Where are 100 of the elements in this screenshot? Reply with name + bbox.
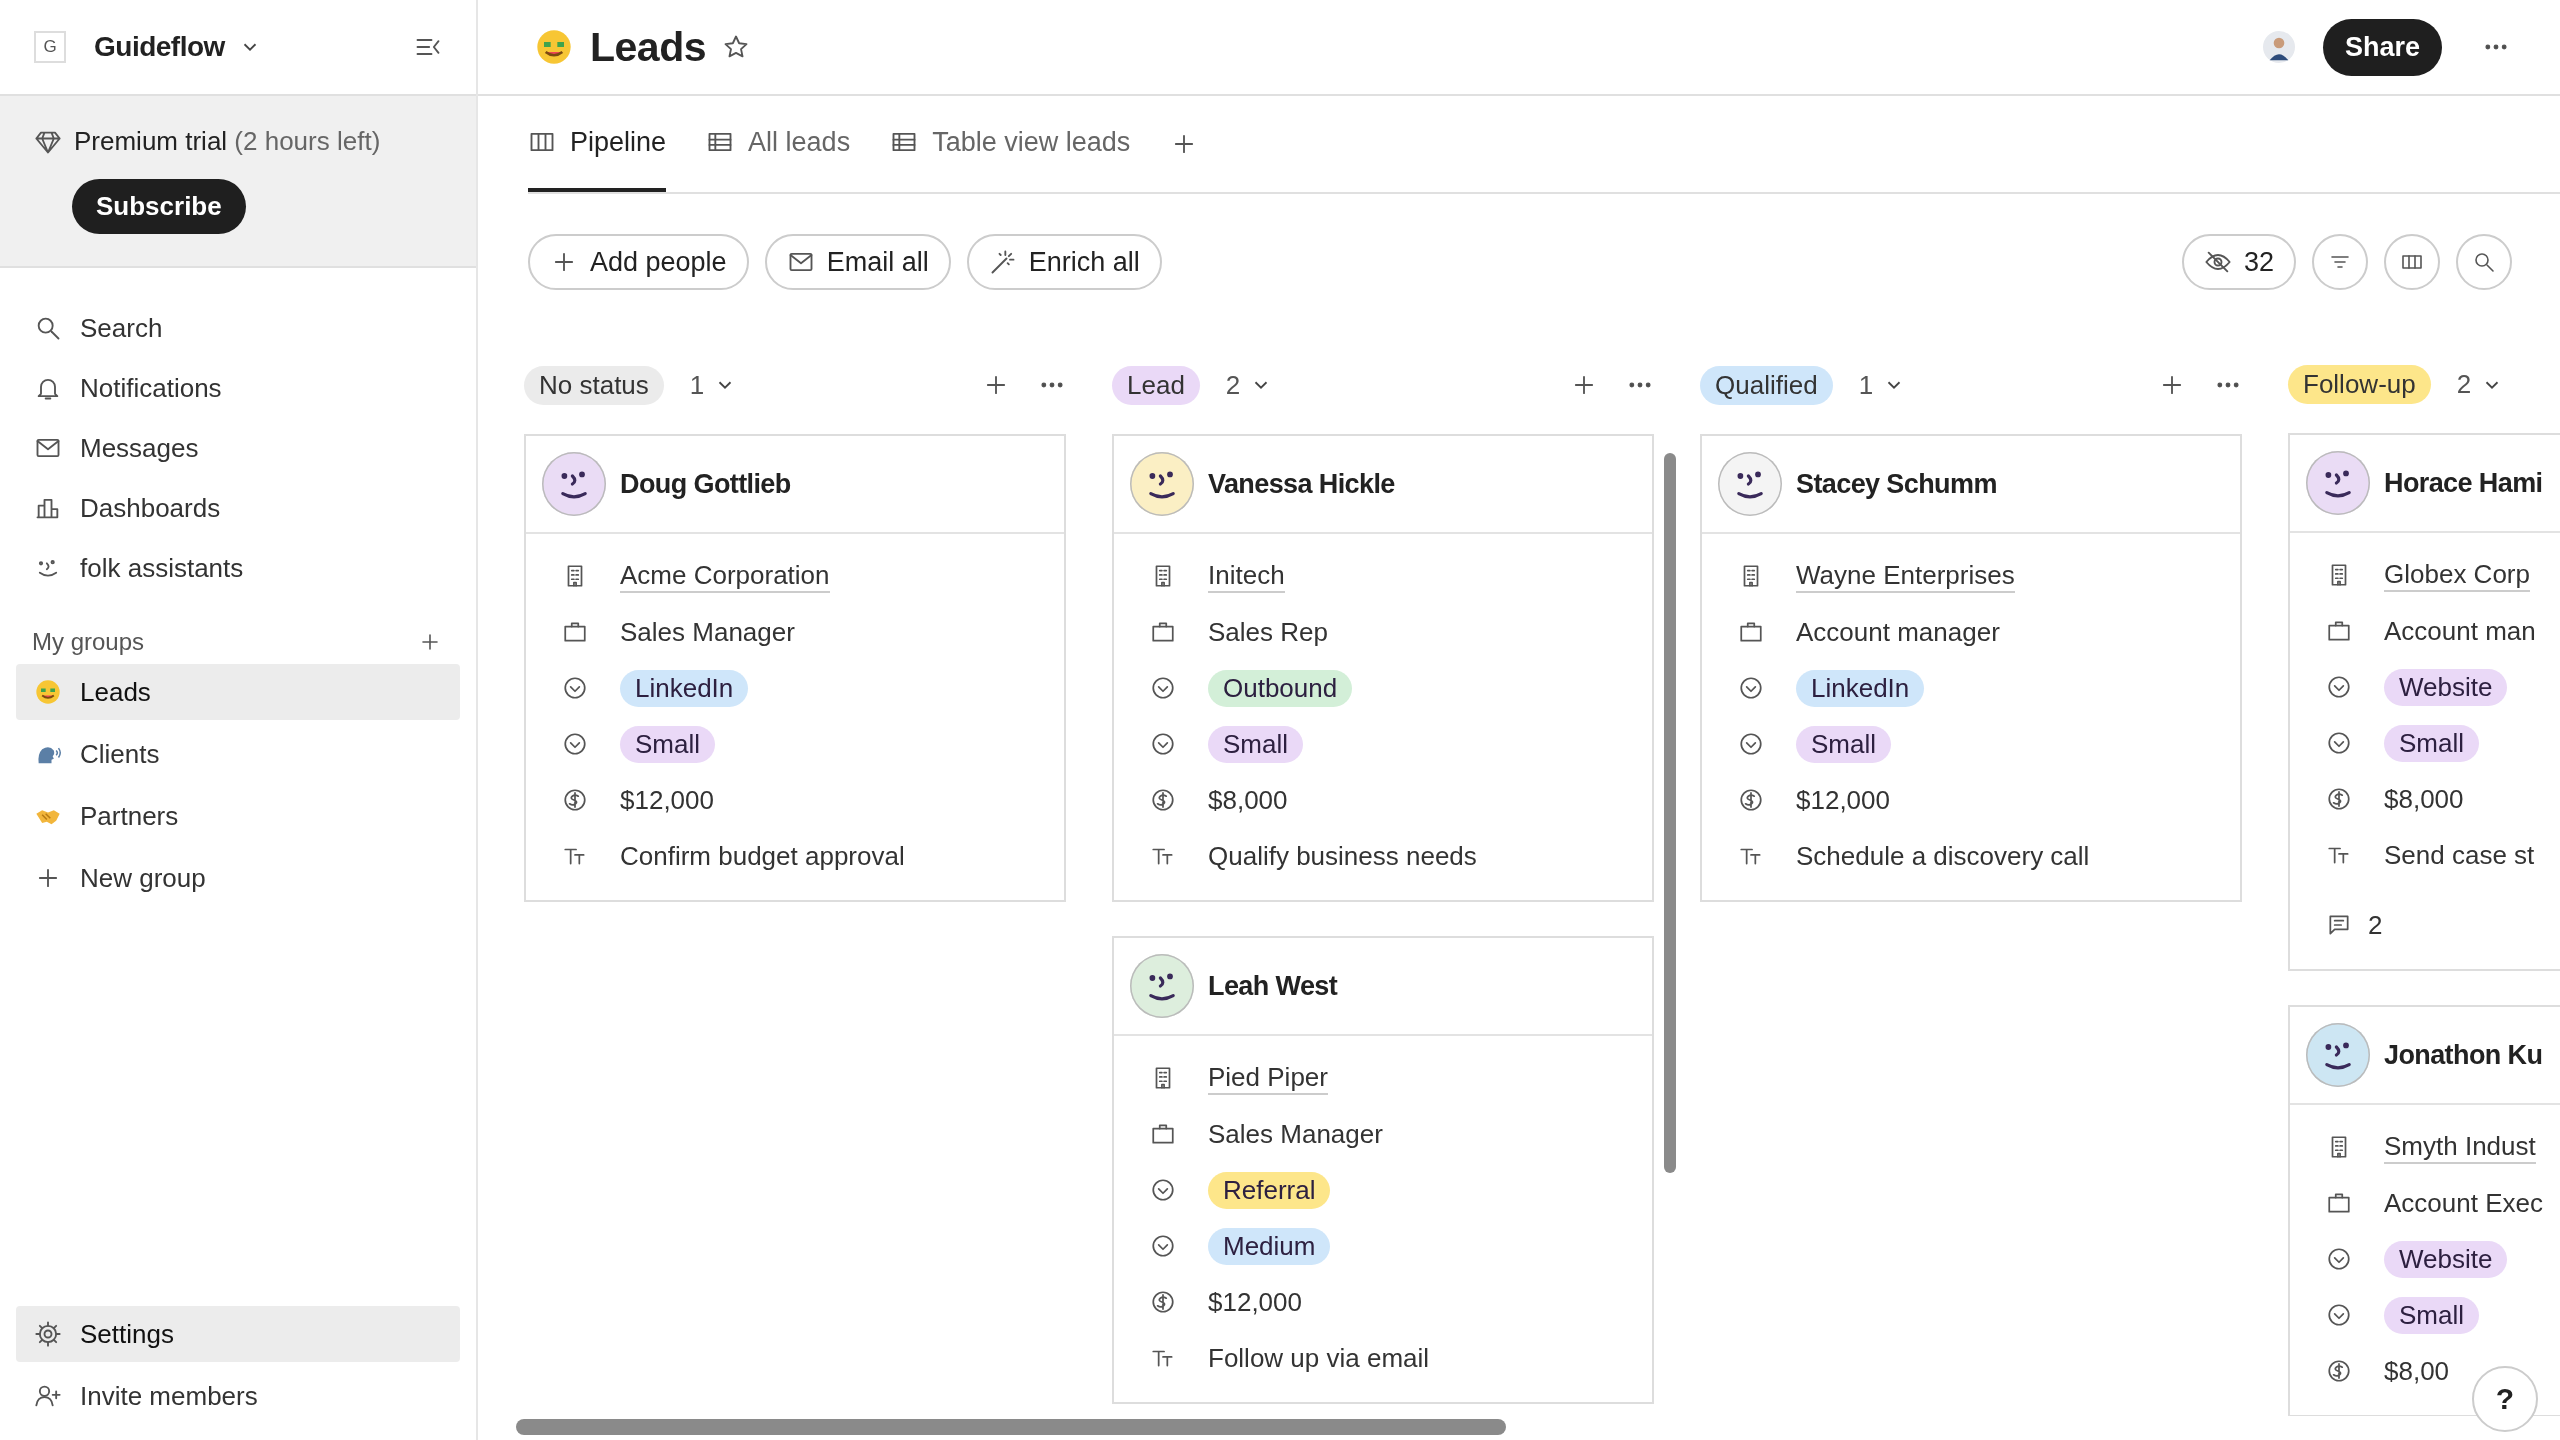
company-link[interactable]: Globex Corp xyxy=(2384,558,2530,592)
tag: LinkedIn xyxy=(1796,669,1925,707)
chevron-circle-icon xyxy=(2326,1246,2352,1272)
tag: Small xyxy=(1208,725,1303,763)
settings-icon xyxy=(34,1320,62,1348)
group-item[interactable]: Clients xyxy=(16,726,460,782)
tag: Website xyxy=(2384,668,2508,706)
deal-amount: $8,000 xyxy=(1208,784,1288,816)
deal-amount: $12,000 xyxy=(620,784,714,816)
card-count[interactable]: 2 xyxy=(1225,369,1241,401)
tag: Referral xyxy=(1208,1171,1331,1209)
workspace-name[interactable]: Guideflow xyxy=(94,31,225,63)
tag: Small xyxy=(1796,725,1891,763)
company-link[interactable]: Acme Corporation xyxy=(620,559,830,593)
company-link[interactable]: Smyth Indust xyxy=(2384,1130,2536,1164)
toolbar-button[interactable]: Enrich all xyxy=(966,234,1162,290)
job-title: Account manager xyxy=(1796,616,2000,648)
chevron-circle-icon xyxy=(2326,730,2352,756)
briefcase-icon xyxy=(562,619,588,645)
job-title: Account man xyxy=(2384,615,2536,647)
user-avatar[interactable] xyxy=(2262,31,2295,63)
next-step: Follow up via email xyxy=(1208,1342,1430,1374)
status-tag: No status xyxy=(524,365,664,405)
dollar-icon xyxy=(562,787,588,813)
nav-label: folk assistants xyxy=(80,552,244,584)
money-face-icon xyxy=(534,27,574,67)
comment-icon xyxy=(2326,912,2352,938)
briefcase-icon xyxy=(1150,619,1176,645)
status-tag: Follow-up xyxy=(2288,365,2431,404)
nav-item[interactable]: Messages xyxy=(16,420,460,476)
person-name[interactable]: Vanessa Hickle xyxy=(1208,468,1395,500)
card-count[interactable]: 1 xyxy=(689,369,705,401)
chevron-circle-icon xyxy=(1738,731,1764,757)
lead-card[interactable]: Horace Hami Globex Corp Account man Website Small $8,000 Send case st 2 xyxy=(2288,433,2560,971)
card-count[interactable]: 1 xyxy=(1858,369,1874,401)
dollar-icon xyxy=(2326,1358,2352,1384)
view-tab[interactable]: Table view leads xyxy=(890,96,1131,192)
chevron-circle-icon xyxy=(1150,675,1176,701)
briefcase-icon xyxy=(2326,618,2352,644)
comment-count: 2 xyxy=(2368,909,2383,941)
hidden-fields-button[interactable]: 32 xyxy=(2181,234,2296,290)
next-step: Send case st xyxy=(2384,839,2535,871)
chevron-circle-icon xyxy=(1150,1233,1176,1259)
chevron-circle-icon xyxy=(1150,1177,1176,1203)
lead-card[interactable]: Leah West Pied Piper Sales Manager Referral Medium $12,000 Follow up via email xyxy=(1112,936,1654,1404)
company-link[interactable]: Pied Piper xyxy=(1208,1061,1328,1095)
nav-label: Notifications xyxy=(80,372,222,404)
tag: Small xyxy=(2384,1296,2479,1334)
tag: LinkedIn xyxy=(620,669,749,707)
group-label: Clients xyxy=(80,738,160,770)
job-title: Sales Manager xyxy=(620,616,795,648)
nav-label: Dashboards xyxy=(80,492,221,524)
nav-item[interactable]: Search xyxy=(16,300,460,356)
toolbar-button[interactable]: Add people xyxy=(528,234,749,290)
dollar-icon xyxy=(2326,786,2352,812)
nav-item[interactable]: folk assistants xyxy=(16,540,460,596)
company-link[interactable]: Initech xyxy=(1208,559,1285,593)
dollar-icon xyxy=(1738,787,1764,813)
dollar-icon xyxy=(1150,787,1176,813)
share-button[interactable]: Share xyxy=(2322,18,2442,76)
lead-card[interactable]: Doug Gottlieb Acme Corporation Sales Manager LinkedIn Small $12,000 Confirm budget approval xyxy=(524,434,1066,902)
briefcase-icon xyxy=(1150,1121,1176,1147)
job-title: Account Exec xyxy=(2384,1187,2543,1219)
person-name[interactable]: Leah West xyxy=(1208,970,1338,1002)
group-label: Partners xyxy=(80,800,179,832)
nav-label: Settings xyxy=(80,1318,174,1350)
lead-card[interactable]: Vanessa Hickle Initech Sales Rep Outbound Small $8,000 Qualify business needs xyxy=(1112,434,1654,902)
subscribe-button[interactable]: Subscribe xyxy=(72,179,246,234)
person-name[interactable]: Doug Gottlieb xyxy=(620,468,791,500)
deal-amount: $12,000 xyxy=(1796,784,1890,816)
deal-amount: $8,000 xyxy=(2384,783,2464,815)
money-face-icon xyxy=(34,678,62,706)
chevron-circle-icon xyxy=(1738,675,1764,701)
nav-item[interactable]: Invite members xyxy=(16,1368,460,1424)
view-tab[interactable]: All leads xyxy=(706,96,851,192)
next-step: Confirm budget approval xyxy=(620,840,905,872)
nav-item[interactable]: Notifications xyxy=(16,360,460,416)
group-item[interactable]: Leads xyxy=(16,664,460,720)
view-tab[interactable]: Pipeline xyxy=(528,96,667,192)
workspace-logo[interactable]: G xyxy=(34,31,66,63)
briefcase-icon xyxy=(2326,1190,2352,1216)
job-title: Sales Rep xyxy=(1208,616,1328,648)
search-button[interactable] xyxy=(2456,234,2512,290)
lead-card[interactable]: Stacey Schumm Wayne Enterprises Account manager LinkedIn Small $12,000 Schedule a discovery call xyxy=(1700,434,2242,902)
nav-item[interactable]: Settings xyxy=(16,1306,460,1362)
next-step: Qualify business needs xyxy=(1208,840,1477,872)
toolbar-button[interactable]: Email all xyxy=(764,234,951,290)
nav-label: Search xyxy=(80,312,163,344)
columns-button[interactable] xyxy=(2384,234,2440,290)
person-name[interactable]: Jonathon Ku xyxy=(2384,1039,2543,1071)
card-count[interactable]: 2 xyxy=(2456,369,2472,400)
nav-item[interactable]: Dashboards xyxy=(16,480,460,536)
job-title: Sales Manager xyxy=(1208,1118,1383,1150)
new-group-item[interactable]: New group xyxy=(16,850,460,906)
person-name[interactable]: Horace Hami xyxy=(2384,467,2543,499)
chevron-circle-icon xyxy=(2326,1302,2352,1328)
person-name[interactable]: Stacey Schumm xyxy=(1796,468,1997,500)
chevron-circle-icon xyxy=(2326,674,2352,700)
company-link[interactable]: Wayne Enterprises xyxy=(1796,559,2015,593)
group-item[interactable]: Partners xyxy=(16,788,460,844)
